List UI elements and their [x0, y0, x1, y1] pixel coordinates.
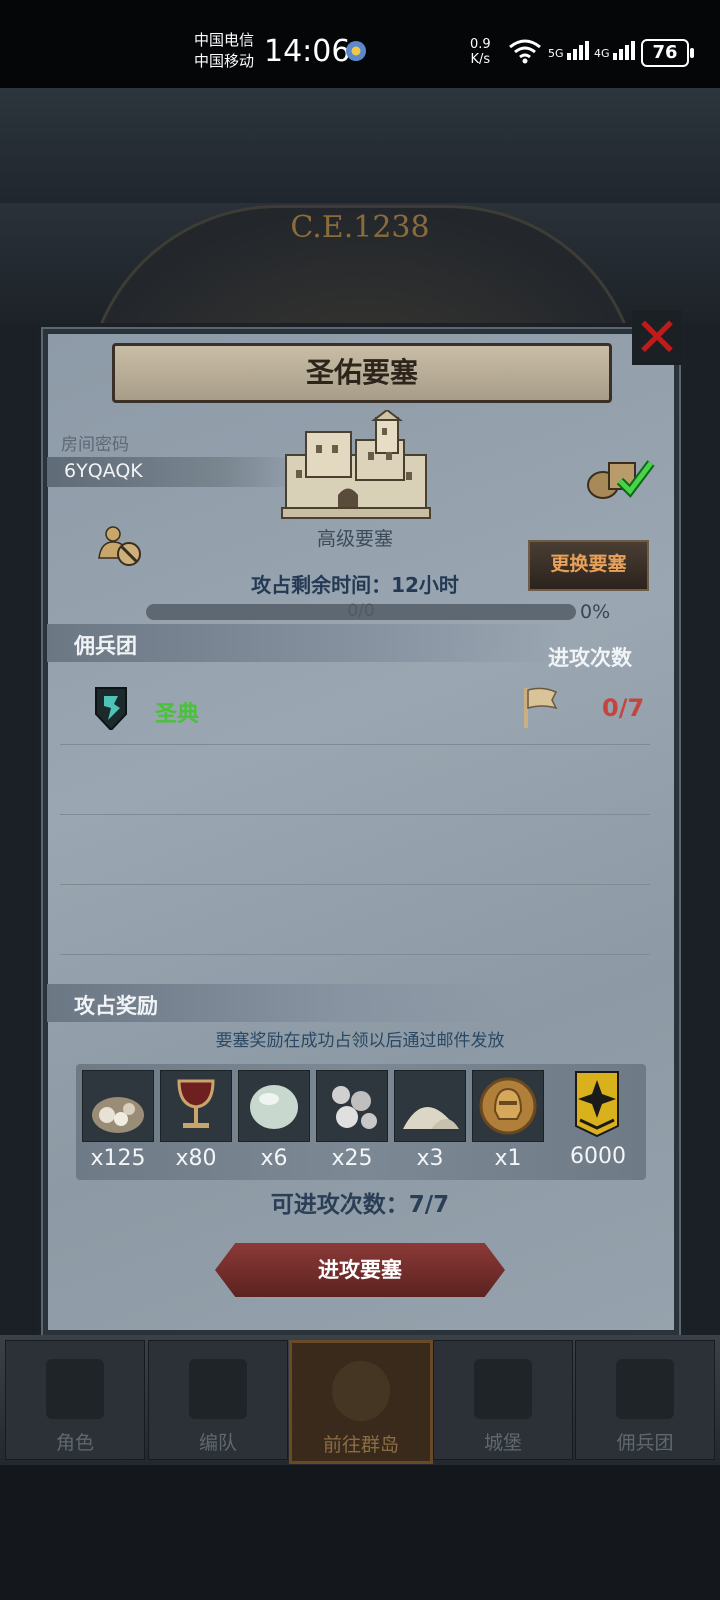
- network-speed-value: 0.9: [470, 37, 491, 52]
- moonstone-icon: [250, 1085, 298, 1129]
- castle-icon: [474, 1359, 532, 1419]
- reward-note: 要塞奖励在成功占领以后通过邮件发放: [215, 1031, 505, 1051]
- fortress-castle-icon: [281, 410, 431, 519]
- status-bar: 中国电信 中国移动 14:06 0.9 K/s 5G 4G 76: [0, 0, 720, 88]
- background-top: [0, 88, 720, 203]
- change-fortress-button[interactable]: 更换要塞: [528, 540, 649, 591]
- guild-shield-icon: [95, 687, 127, 730]
- reward-item[interactable]: x6: [238, 1070, 310, 1171]
- room-code: 6YQAQK: [64, 460, 143, 482]
- reward-qty: x80: [175, 1146, 217, 1171]
- room-password-label: 房间密码: [61, 435, 129, 455]
- guild-attempts: 0/7: [602, 694, 645, 722]
- signal-4g-label: 4G: [594, 47, 610, 60]
- capture-progress-percent: 0%: [580, 601, 611, 623]
- compass-icon: [332, 1361, 390, 1421]
- era-label: C.E.1238: [290, 210, 430, 245]
- nav-item-islands[interactable]: 前往群岛: [289, 1340, 433, 1464]
- attack-flag-icon: [524, 687, 558, 728]
- nav-item-character[interactable]: 角色: [5, 1340, 145, 1460]
- reward-item[interactable]: x80: [160, 1070, 232, 1171]
- reward-item[interactable]: x1: [472, 1070, 544, 1171]
- close-icon: ✕: [634, 306, 680, 369]
- row-divider: [60, 744, 650, 745]
- nav-item-castle[interactable]: 城堡: [433, 1340, 573, 1460]
- nav-item-mercenary[interactable]: 佣兵团: [575, 1340, 715, 1460]
- network-speed: 0.9 K/s: [470, 37, 491, 67]
- nav-label: 编队: [198, 1432, 237, 1454]
- capture-progress-text: 0/0: [347, 601, 375, 621]
- no-entry-user-icon[interactable]: [97, 524, 143, 568]
- carrier-names: 中国电信 中国移动: [194, 30, 254, 72]
- ore-sack-icon: [92, 1097, 144, 1133]
- guild-name[interactable]: 圣典: [155, 696, 199, 728]
- silver-pearls-icon: [332, 1086, 377, 1129]
- signal-bars-icon: [567, 41, 590, 60]
- goblet-icon: [177, 1079, 215, 1128]
- reward-qty: x25: [331, 1146, 373, 1171]
- signal-5g: 5G: [548, 38, 595, 60]
- wifi-icon: [509, 39, 541, 64]
- guild-banner-icon: [575, 1071, 619, 1138]
- close-button[interactable]: ✕: [632, 310, 682, 365]
- reward-qty: x6: [260, 1146, 288, 1171]
- knight-coin-icon: [479, 1077, 537, 1135]
- notification-icon: [346, 41, 366, 61]
- reward-qty: x3: [416, 1146, 444, 1171]
- bottom-dark-area: [0, 1465, 720, 1600]
- reward-qty: x1: [494, 1146, 522, 1171]
- remaining-time: 攻占剩余时间：12小时: [251, 573, 459, 597]
- dialog-title: 圣佑要塞: [112, 343, 612, 403]
- salt-pile-icon: [403, 1107, 459, 1129]
- reward-qty: x125: [90, 1146, 146, 1171]
- carrier-2: 中国移动: [194, 52, 255, 70]
- row-divider: [60, 954, 650, 955]
- reward-qty: 6000: [570, 1144, 626, 1169]
- attack-available: 可进攻次数：7/7: [270, 1192, 450, 1218]
- fortress-level: 高级要塞: [316, 528, 393, 550]
- ship-icon: [616, 1359, 674, 1419]
- mercenary-header: 佣兵团: [74, 634, 137, 658]
- carrier-1: 中国电信: [194, 31, 255, 49]
- signal-4g: 4G: [594, 38, 641, 60]
- nav-item-formation[interactable]: 编队: [148, 1340, 288, 1460]
- knight-icon: [46, 1359, 104, 1419]
- reward-item[interactable]: x25: [316, 1070, 388, 1171]
- nav-label: 佣兵团: [616, 1432, 674, 1454]
- attack-fortress-button[interactable]: 进攻要塞: [215, 1243, 505, 1297]
- attack-count-header: 进攻次数: [548, 646, 632, 670]
- signal-bars-icon: [613, 41, 636, 60]
- nav-label: 城堡: [483, 1432, 522, 1454]
- reward-bag-check-icon[interactable]: [585, 455, 655, 500]
- row-divider: [60, 814, 650, 815]
- battery-indicator: 76: [641, 39, 694, 67]
- nav-label: 前往群岛: [322, 1434, 399, 1456]
- reward-item[interactable]: x125: [82, 1070, 154, 1171]
- helmet-icon: [189, 1359, 247, 1419]
- nav-label: 角色: [55, 1432, 94, 1454]
- signal-5g-label: 5G: [548, 47, 564, 60]
- reward-item[interactable]: 6000: [562, 1070, 634, 1169]
- row-divider: [60, 884, 650, 885]
- reward-item[interactable]: x3: [394, 1070, 466, 1171]
- reward-header: 攻占奖励: [74, 994, 158, 1018]
- network-speed-unit: K/s: [470, 52, 491, 67]
- clock: 14:06: [264, 34, 351, 69]
